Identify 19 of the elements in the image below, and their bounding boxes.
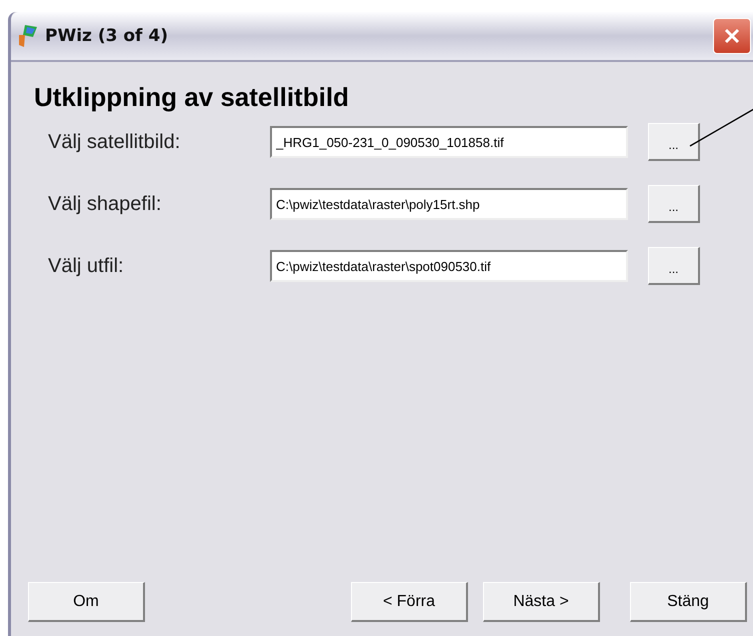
leader-line xyxy=(689,108,753,148)
window-title: PWiz (3 of 4) xyxy=(45,26,168,46)
field-label: Välj utfil: xyxy=(48,254,125,278)
page-heading: Utklippning av satellitbild xyxy=(34,82,350,113)
field-label: Välj shapefil: xyxy=(48,192,162,216)
dialog-button[interactable]: Nästa > xyxy=(483,582,600,622)
path-field[interactable]: _HRG1_050-231_0_090530_101858.tif xyxy=(270,126,628,158)
dialog-button[interactable]: < Förra xyxy=(351,582,468,622)
path-field[interactable]: C:\pwiz\testdata\raster\spot090530.tif xyxy=(270,250,628,282)
app-icon xyxy=(17,23,39,49)
dialog-button[interactable]: Stäng xyxy=(630,582,747,622)
dialog-button[interactable]: Om xyxy=(28,582,145,622)
close-button[interactable] xyxy=(713,18,751,54)
browse-button[interactable]: ... xyxy=(648,247,700,285)
browse-button[interactable]: ... xyxy=(648,123,700,161)
path-field[interactable]: C:\pwiz\testdata\raster\poly15rt.shp xyxy=(270,188,628,220)
field-label: Välj satellitbild: xyxy=(48,130,182,154)
browse-button[interactable]: ... xyxy=(648,185,700,223)
close-icon xyxy=(722,26,742,46)
